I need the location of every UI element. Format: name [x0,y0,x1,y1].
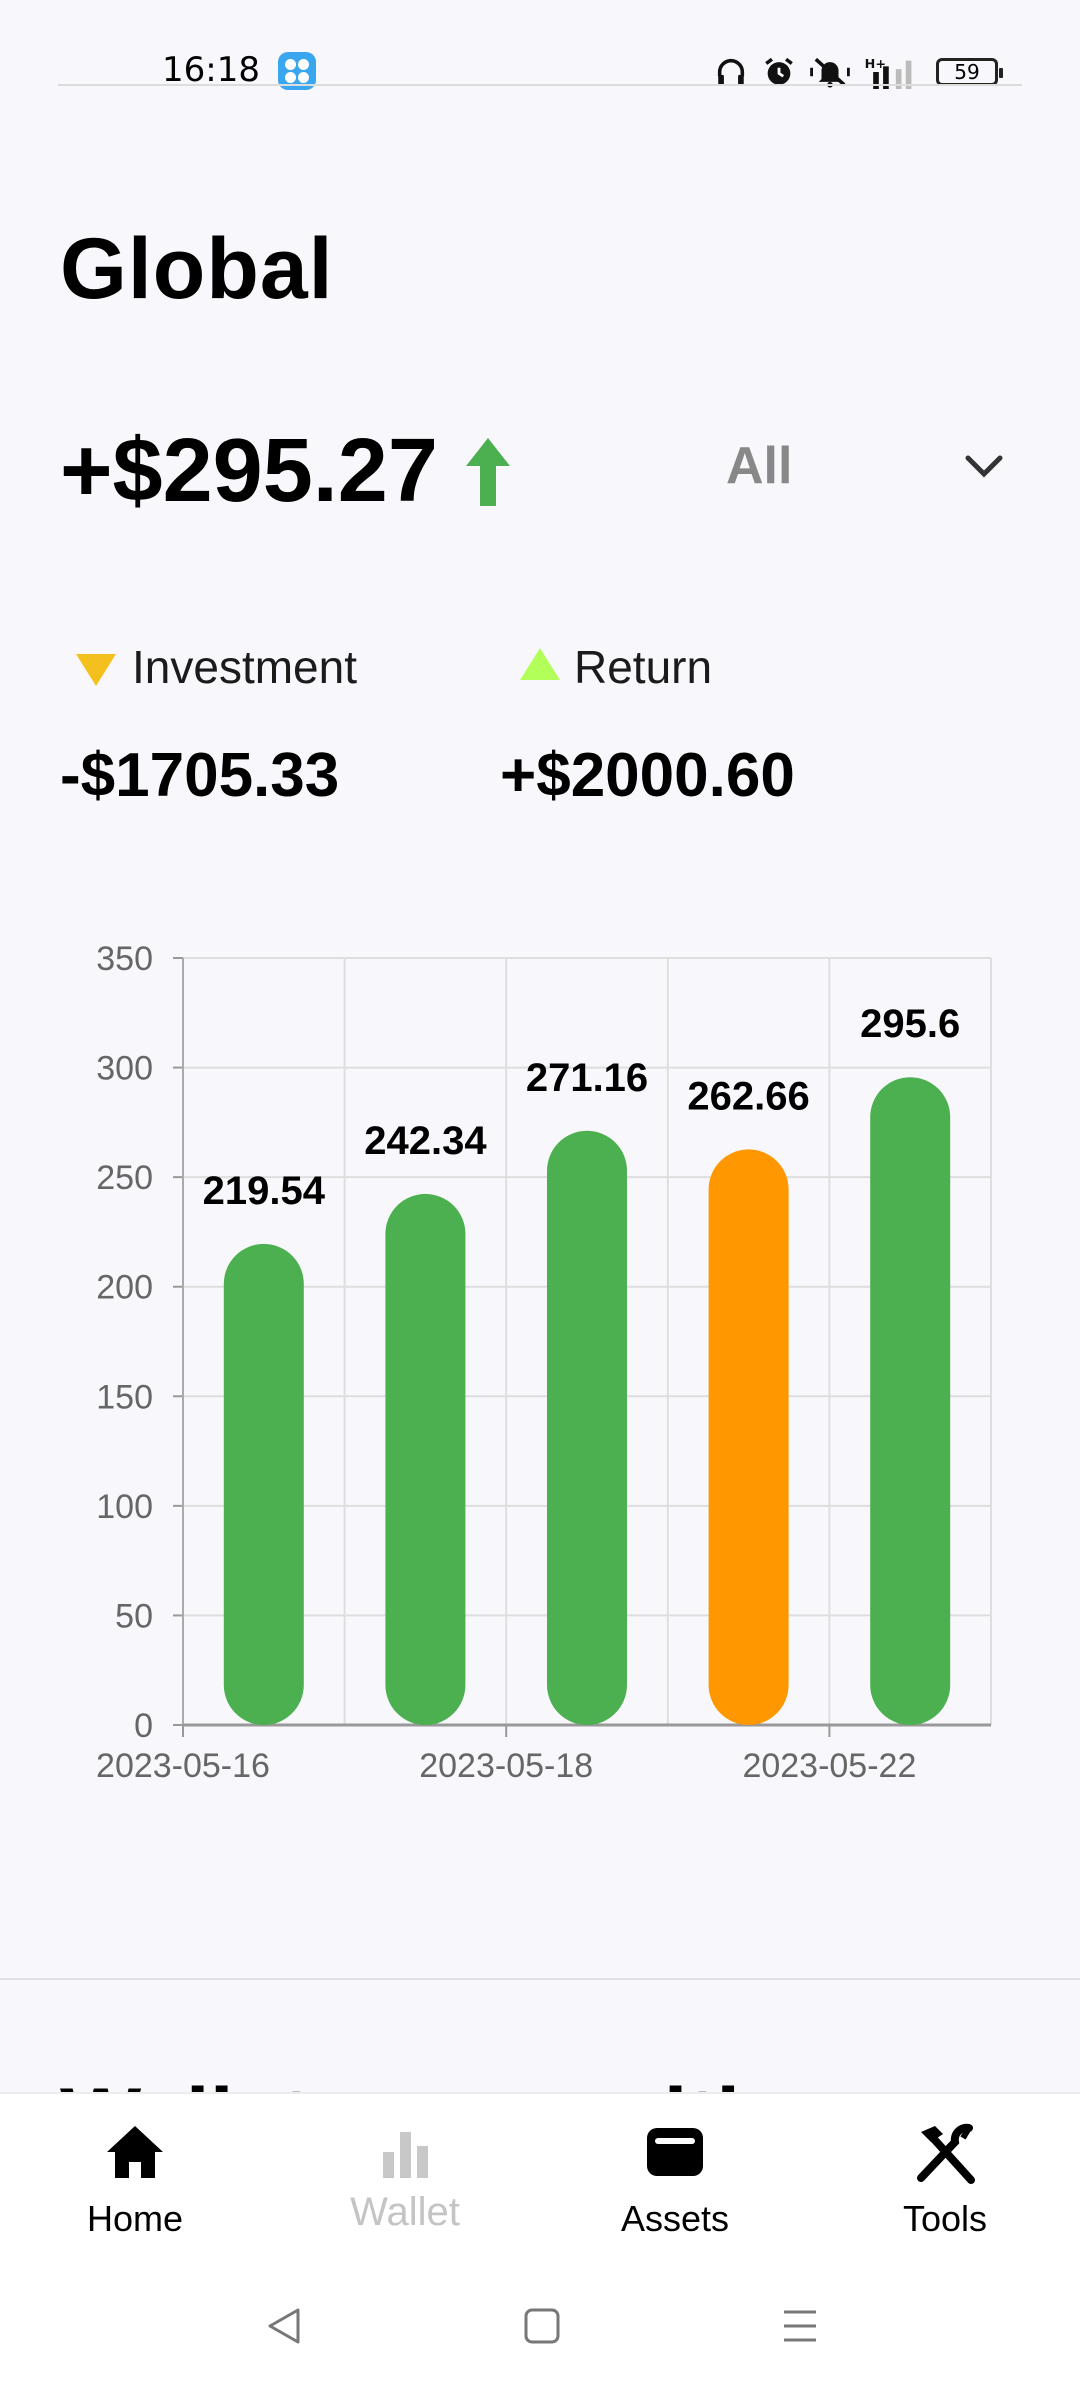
status-bar: 16:18 H+ 59 [0,0,1080,100]
bar-chart-icon [383,2132,428,2178]
bottom-navigation: Home Wallet Assets Tools [0,2092,1080,2254]
y-tick-label: 0 [134,1707,153,1745]
investment-label: Investment [132,641,357,693]
y-tick-label: 300 [96,1050,153,1088]
nav-assets-label: Assets [620,2198,730,2239]
back-icon[interactable] [262,2304,306,2348]
return-value: +$2000.60 [500,741,795,810]
bar-value-label: 271.16 [526,1056,648,1100]
nav-tools-label: Tools [902,2198,988,2239]
nav-wallet[interactable]: Wallet [270,2094,540,2254]
bar-value-label: 262.66 [687,1074,809,1118]
bar-value-label: 219.54 [203,1169,326,1213]
y-tick-label: 350 [96,940,153,978]
nav-home[interactable]: Home [0,2094,270,2254]
bar [547,1130,627,1725]
investment-value: -$1705.33 [60,741,340,810]
svg-text:H+: H+ [865,57,886,72]
wallet-icon [647,2128,703,2176]
bar [223,1243,304,1725]
nav-tools[interactable]: Tools [810,2094,1080,2254]
status-divider [58,84,1022,86]
chevron-down-icon[interactable] [960,448,1008,488]
home-icon [107,2126,163,2178]
y-tick-label: 100 [96,1488,153,1526]
return-marker-icon [520,648,560,680]
returns-bar-chart: 0 50 100 150 200 250 300 350 2023-05-16 2023-05-1… [96,940,992,1785]
system-navigation-bar [0,2252,1080,2400]
nav-home-label: Home [86,2198,184,2239]
y-tick-label: 250 [96,1159,153,1197]
bar [708,1149,789,1725]
y-tick-label: 150 [96,1378,153,1416]
y-tick-label: 200 [96,1269,153,1307]
section-divider [0,1978,1080,1980]
nav-assets[interactable]: Assets [540,2094,810,2254]
return-label: Return [574,641,713,693]
nav-wallet-label: Wallet [350,2190,460,2234]
x-tick-label: 2023-05-22 [742,1747,916,1785]
period-filter-value[interactable]: All [726,436,792,496]
x-tick-label: 2023-05-16 [96,1747,270,1785]
bar-value-label: 242.34 [364,1119,487,1163]
investment-marker-icon [76,654,116,686]
y-tick-label: 50 [115,1597,153,1635]
trend-up-icon [466,438,510,506]
bar-value-label: 295.6 [860,1002,960,1046]
status-icons: H+ 59 [714,52,1003,92]
x-tick-label: 2023-05-18 [419,1747,593,1785]
home-button-icon[interactable] [520,2304,564,2348]
page-title: Global [60,221,334,317]
bar [385,1193,466,1725]
tools-icon [917,2123,975,2184]
total-balance: +$295.27 [60,421,438,521]
menu-icon[interactable] [778,2304,822,2348]
bar [870,1077,951,1725]
battery-indicator: 59 [936,58,1003,86]
